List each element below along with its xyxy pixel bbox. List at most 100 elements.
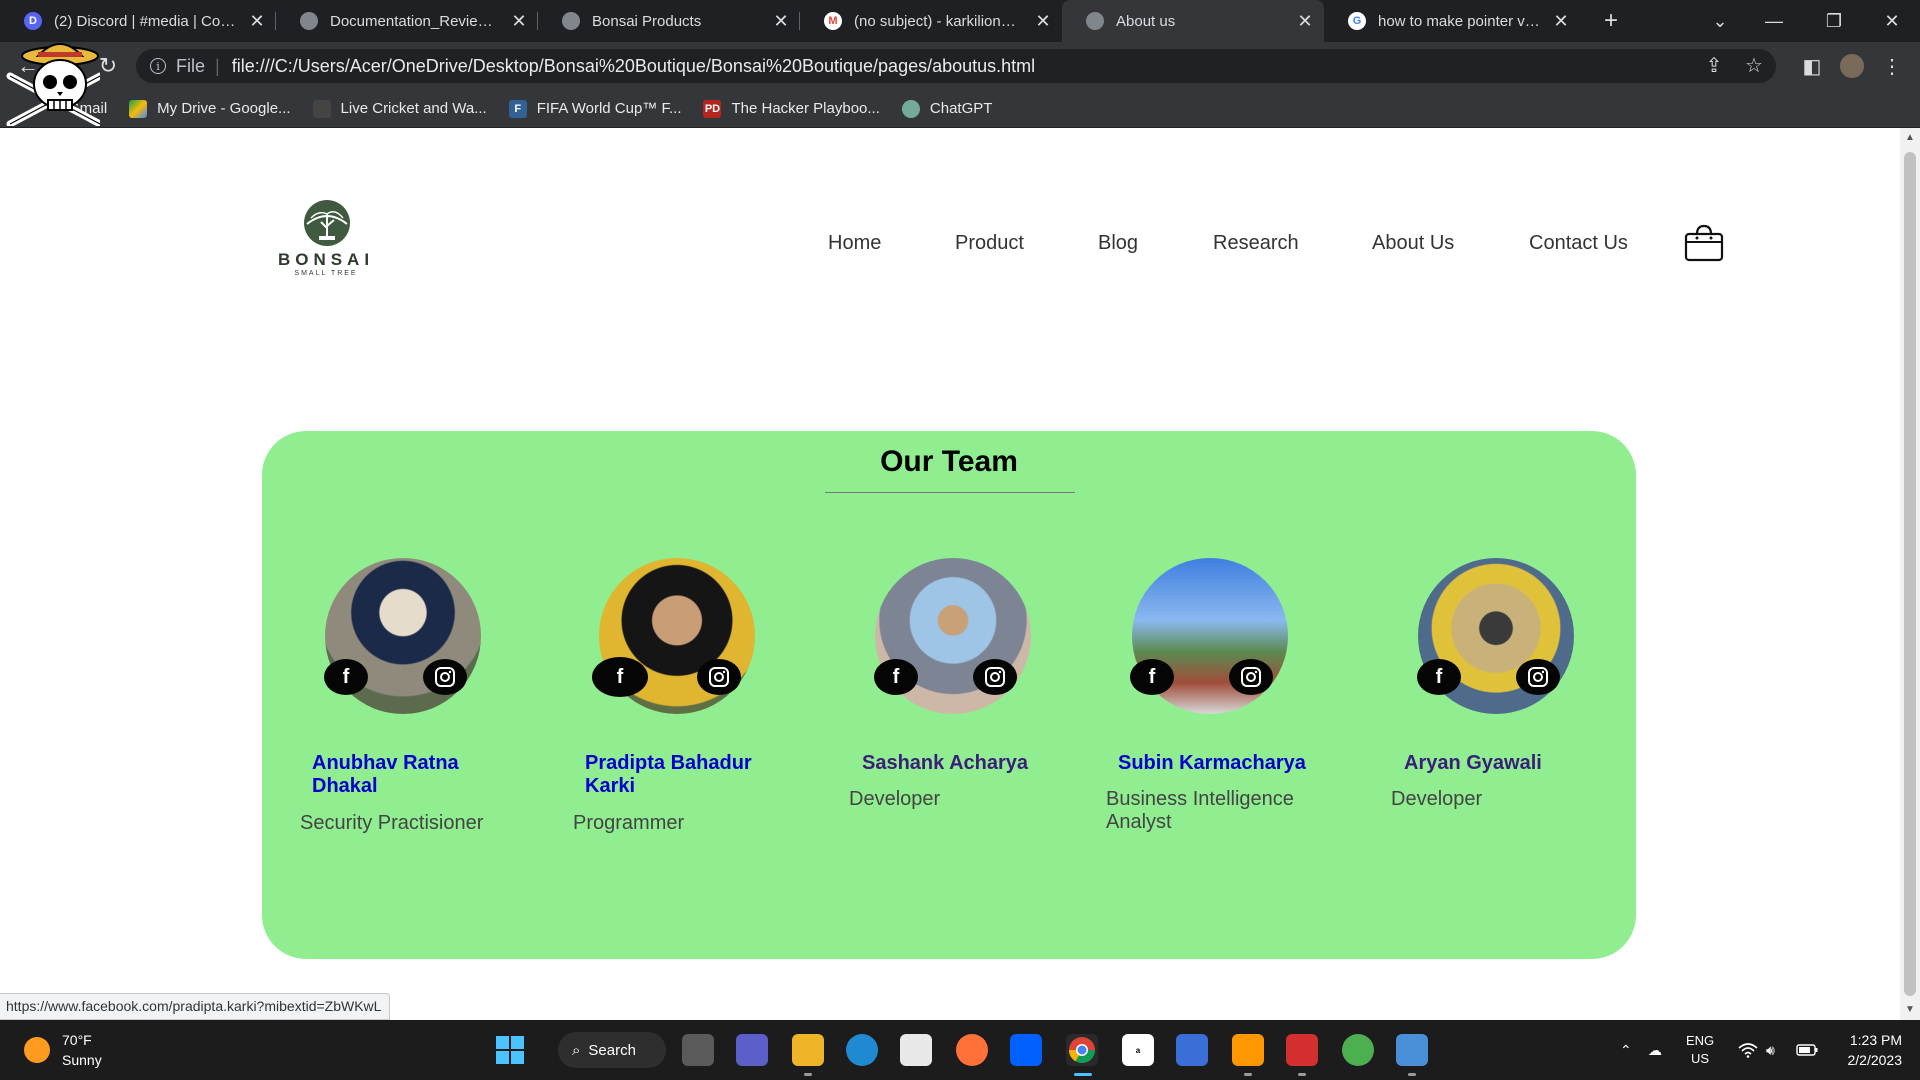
facebook-icon[interactable]: f: [1417, 659, 1461, 695]
teams-icon[interactable]: [736, 1034, 768, 1066]
tab-google-search[interactable]: G how to make pointer visible ✕: [1324, 0, 1580, 42]
our-team-section: Our Team Anubhav Ratna Dhakal Security P…: [262, 431, 1636, 959]
edge-icon[interactable]: [846, 1034, 878, 1066]
profile-avatar[interactable]: [1840, 54, 1864, 78]
close-icon[interactable]: ✕: [1552, 11, 1570, 32]
facebook-icon[interactable]: f: [324, 659, 368, 695]
taskbar-search[interactable]: ⌕ Search: [558, 1032, 666, 1068]
onedrive-icon[interactable]: ☁: [1648, 1020, 1662, 1080]
tab-gmail[interactable]: M (no subject) - karkilionel10 ✕: [800, 0, 1062, 42]
chatgpt-icon: [901, 99, 920, 118]
network-app-icon[interactable]: [1176, 1034, 1208, 1066]
facebook-icon[interactable]: f: [1130, 659, 1174, 695]
share-icon[interactable]: ⇪: [1702, 53, 1726, 77]
task-view-icon[interactable]: [682, 1034, 714, 1066]
running-indicator: [1408, 1073, 1416, 1076]
tab-title: Bonsai Products: [592, 12, 702, 30]
language-indicator[interactable]: ENG US: [1686, 1020, 1714, 1080]
instagram-icon[interactable]: [973, 659, 1017, 695]
drive-icon: [129, 99, 148, 118]
instagram-icon[interactable]: [1229, 659, 1273, 695]
info-icon[interactable]: i: [150, 58, 166, 74]
close-icon[interactable]: ✕: [772, 11, 790, 32]
instagram-icon[interactable]: [423, 659, 467, 695]
instagram-icon[interactable]: [1516, 659, 1560, 695]
clock-time: 1:23 PM: [1849, 1032, 1902, 1048]
menu-icon[interactable]: ⋮: [1880, 54, 1904, 78]
bookmark-fifa[interactable]: F FIFA World Cup™ F...: [508, 99, 682, 118]
tab-about-us[interactable]: About us ✕: [1062, 0, 1324, 42]
notepad-icon[interactable]: [1396, 1034, 1428, 1066]
start-icon[interactable]: [494, 1034, 526, 1066]
close-icon[interactable]: ✕: [1034, 11, 1052, 32]
tab-title: (2) Discord | #media | Cours: [54, 12, 238, 30]
globe-icon: [300, 12, 318, 30]
nav-contact-us[interactable]: Contact Us: [1529, 232, 1628, 255]
scroll-up-icon[interactable]: ▲: [1904, 132, 1916, 144]
weather-widget[interactable]: 70°F Sunny: [24, 1030, 102, 1070]
fifa-icon: F: [508, 99, 527, 118]
minimize-icon[interactable]: —: [1744, 0, 1804, 42]
file-explorer-icon[interactable]: [792, 1034, 824, 1066]
bookmark-chatgpt[interactable]: ChatGPT: [901, 99, 993, 118]
address-bar[interactable]: i File | file:///C:/Users/Acer/OneDrive/…: [136, 49, 1776, 83]
nav-about-us[interactable]: About Us: [1372, 232, 1454, 255]
sublime-text-icon[interactable]: [1232, 1034, 1264, 1066]
firefox-icon[interactable]: [956, 1034, 988, 1066]
close-window-icon[interactable]: ✕: [1862, 0, 1920, 42]
gmail-icon: M: [824, 12, 842, 30]
tab-documentation[interactable]: Documentation_Review (1). ✕: [276, 0, 538, 42]
store-icon[interactable]: [900, 1034, 932, 1066]
nav-home[interactable]: Home: [828, 232, 881, 255]
member-role: Business Intelligence Analyst: [1106, 788, 1294, 833]
shopping-bag-icon[interactable]: [1684, 224, 1724, 262]
discord-icon: D: [24, 12, 42, 30]
restore-icon[interactable]: ❐: [1804, 0, 1864, 42]
close-icon[interactable]: ✕: [1296, 11, 1314, 32]
acrobat-icon[interactable]: [1286, 1034, 1318, 1066]
url-scheme: File: [176, 55, 206, 76]
new-tab-icon[interactable]: +: [1596, 7, 1626, 35]
clock[interactable]: 1:23 PM 2/2/2023: [1836, 1020, 1903, 1080]
bookmark-label: ChatGPT: [929, 100, 993, 117]
windows-taskbar: 70°F Sunny ⌕ Search a ⌃ ☁ ENG US 🔊︎ 1:23…: [0, 1020, 1920, 1080]
member-role: Security Practisioner: [300, 812, 484, 834]
tab-search-icon[interactable]: ⌄: [1690, 0, 1750, 42]
bookmarks-bar: Gmail My Drive - Google... Live Cricket …: [0, 90, 1920, 128]
bookmark-drive[interactable]: My Drive - Google...: [129, 99, 291, 118]
side-panel-icon[interactable]: ◧: [1800, 54, 1824, 78]
member-role: Developer: [1391, 788, 1483, 810]
amazon-icon[interactable]: a: [1122, 1034, 1154, 1066]
sun-icon: [24, 1037, 50, 1063]
close-icon[interactable]: ✕: [248, 11, 266, 32]
url-text[interactable]: file:///C:/Users/Acer/OneDrive/Desktop/B…: [232, 56, 1035, 77]
tab-bonsai-products[interactable]: Bonsai Products ✕: [538, 0, 800, 42]
bookmark-star-icon[interactable]: ☆: [1742, 53, 1766, 77]
instagram-icon[interactable]: [697, 659, 741, 695]
nav-product[interactable]: Product: [955, 232, 1024, 255]
dropbox-icon[interactable]: [1010, 1034, 1042, 1066]
team-member-card: Pradipta Bahadur Karki Programmer: [535, 431, 775, 959]
battery-icon[interactable]: [1796, 1020, 1818, 1080]
chrome-icon[interactable]: [1066, 1034, 1098, 1066]
tab-discord[interactable]: D (2) Discord | #media | Cours ✕: [0, 0, 276, 42]
close-icon[interactable]: ✕: [510, 11, 528, 32]
bookmark-hacker-playbook[interactable]: PD The Hacker Playboo...: [703, 99, 880, 118]
volume-icon[interactable]: 🔊︎: [1766, 1020, 1775, 1080]
facebook-icon[interactable]: f: [874, 659, 918, 695]
show-hidden-icons[interactable]: ⌃: [1620, 1020, 1632, 1080]
scrollbar-thumb[interactable]: [1904, 152, 1916, 996]
nav-blog[interactable]: Blog: [1098, 232, 1138, 255]
lang-code: ENG: [1686, 1033, 1715, 1048]
chrome-dev-icon[interactable]: [1342, 1034, 1374, 1066]
facebook-icon[interactable]: f: [592, 657, 648, 697]
nav-research[interactable]: Research: [1213, 232, 1299, 255]
scroll-down-icon[interactable]: ▼: [1904, 1004, 1916, 1016]
page-scrollbar[interactable]: ▲ ▼: [1900, 128, 1920, 1020]
tab-title: (no subject) - karkilionel10: [854, 12, 1024, 30]
bookmark-cricket[interactable]: Live Cricket and Wa...: [312, 99, 487, 118]
wifi-icon[interactable]: [1738, 1020, 1758, 1080]
member-name: Subin Karmacharya: [1118, 752, 1306, 774]
pirate-skull-cursor: [6, 43, 100, 126]
bookmark-label: FIFA World Cup™ F...: [536, 100, 682, 117]
